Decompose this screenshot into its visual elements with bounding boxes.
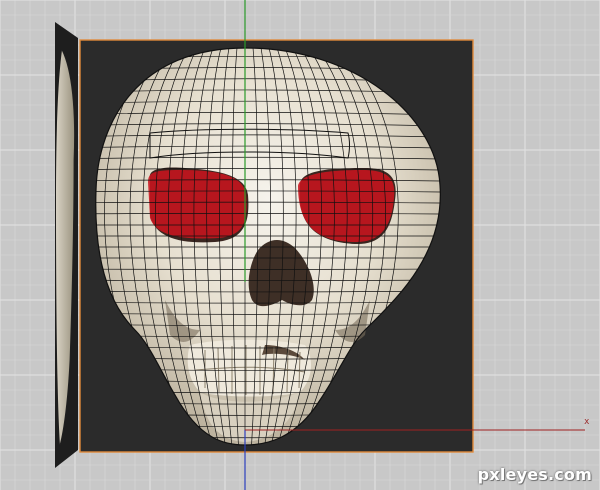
3d-viewport[interactable]: x pxleyes.com — [0, 0, 600, 490]
viewport-canvas[interactable] — [0, 0, 600, 490]
side-plane[interactable] — [55, 22, 78, 468]
x-axis-label: x — [584, 417, 590, 427]
watermark-logo: pxleyes.com — [477, 465, 592, 484]
